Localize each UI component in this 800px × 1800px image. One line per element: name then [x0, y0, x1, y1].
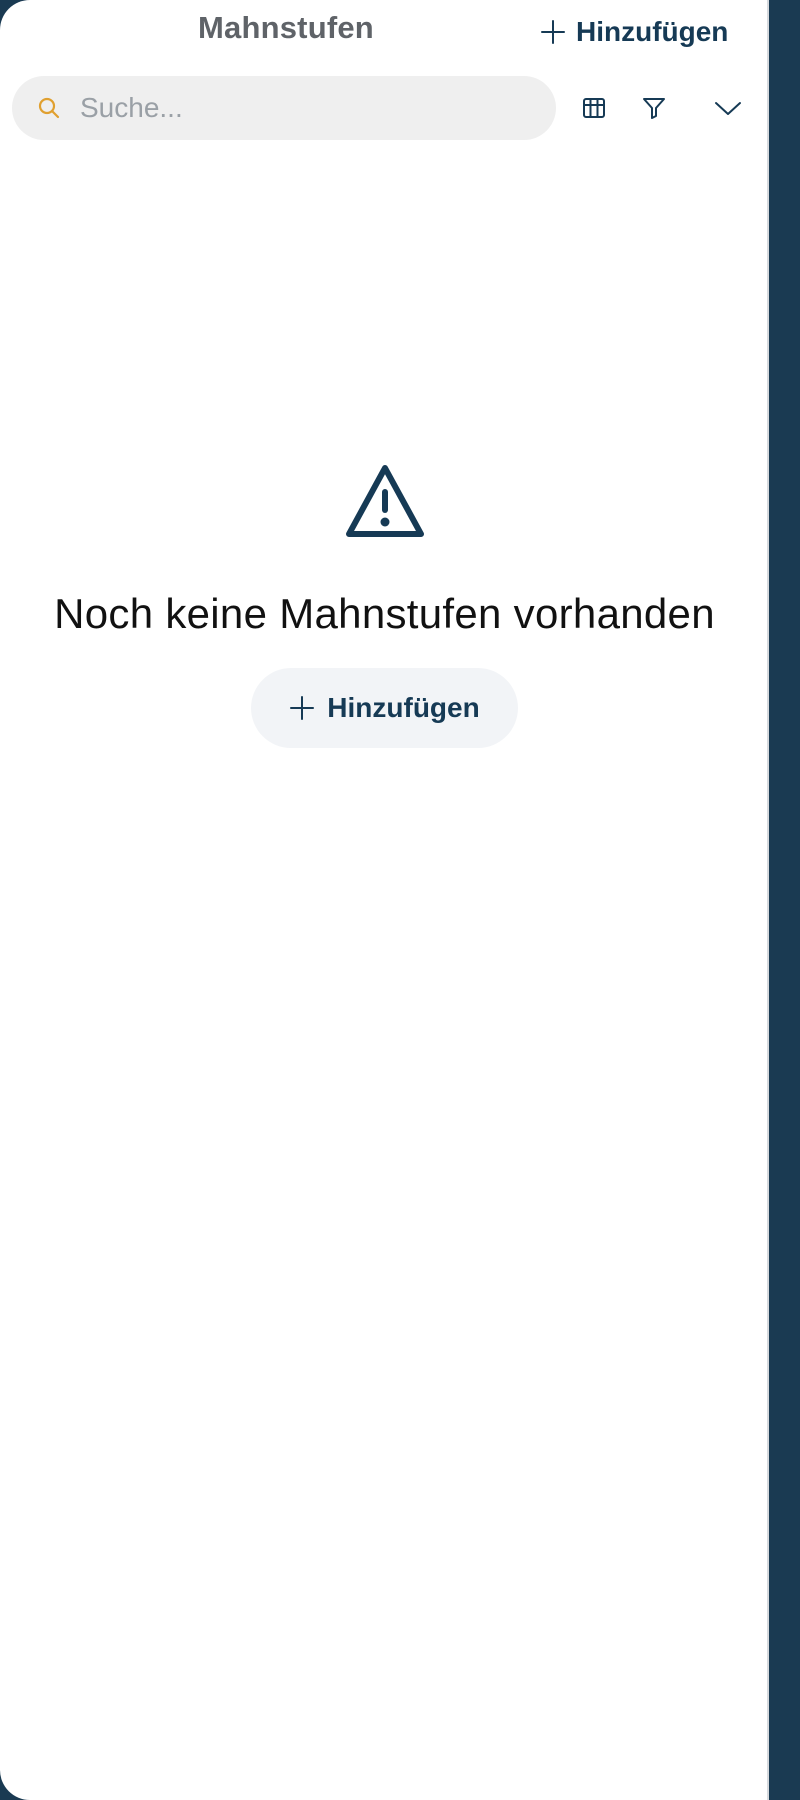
page-title: Mahnstufen	[198, 10, 374, 45]
filter-icon	[643, 98, 665, 119]
add-button[interactable]: Hinzufügen	[540, 12, 728, 52]
empty-state-message: Noch keine Mahnstufen vorhanden	[54, 590, 715, 637]
search-icon	[38, 97, 60, 119]
plus-icon	[540, 19, 566, 45]
panel: Mahnstufen Hinzufügen Suche... Noch kein…	[0, 0, 769, 1800]
table-view-button[interactable]	[574, 88, 614, 128]
add-button-label: Hinzufügen	[576, 16, 729, 47]
header: Mahnstufen Hinzufügen	[0, 0, 767, 60]
add-entry-button[interactable]: Hinzufügen	[251, 668, 518, 748]
chevron-down-icon	[715, 102, 741, 115]
warning-icon	[345, 465, 424, 537]
filter-button[interactable]	[634, 88, 674, 128]
table-icon	[583, 98, 605, 118]
add-entry-button-label: Hinzufügen	[327, 692, 480, 723]
plus-icon	[289, 695, 315, 721]
more-options-button[interactable]	[706, 88, 750, 128]
search-input[interactable]	[80, 92, 520, 124]
empty-state: Noch keine Mahnstufen vorhanden Hinzufüg…	[0, 460, 767, 748]
search-field[interactable]	[12, 76, 556, 140]
